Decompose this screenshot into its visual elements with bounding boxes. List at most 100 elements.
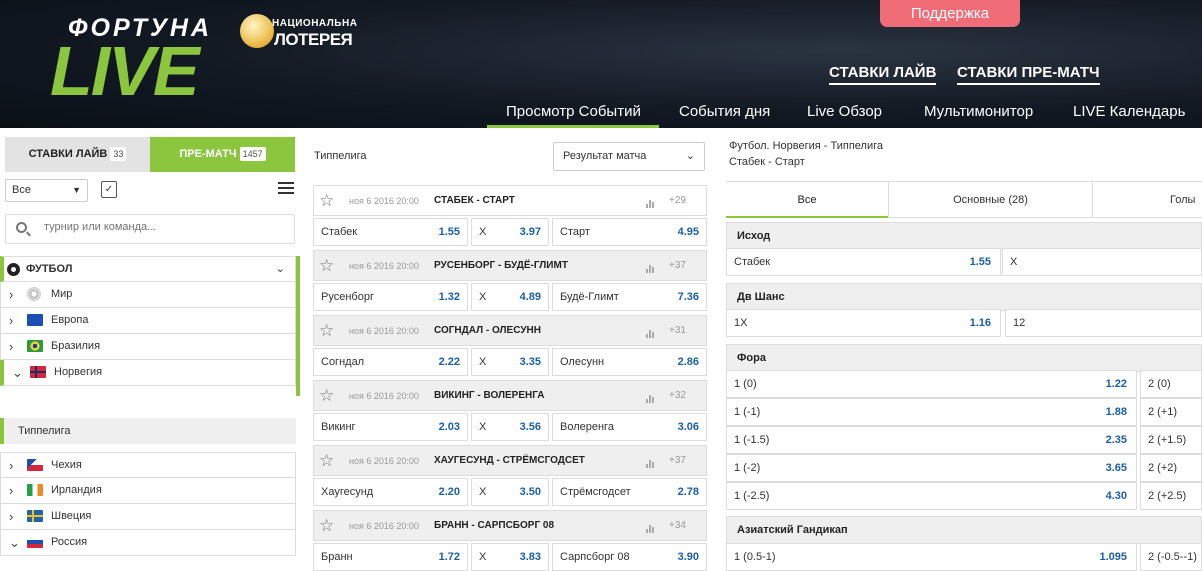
star-icon[interactable]: ☆ (319, 191, 334, 211)
prematch-bets-link[interactable]: СТАВКИ ПРЕ-МАТЧ (957, 64, 1100, 85)
tab-live-bets[interactable]: СТАВКИ ЛАЙВ 33 (5, 137, 150, 172)
country-item-world[interactable]: › Мир (0, 282, 296, 308)
nav-day-events[interactable]: События дня (679, 103, 770, 120)
sidebar-scrollbar[interactable] (296, 256, 300, 396)
nav-live-overview[interactable]: Live Обзор (807, 103, 882, 120)
market-header-asian-handicap[interactable]: Азиатский Гандикап (726, 516, 1202, 544)
odd-button[interactable]: 1 (-1.5) 2.35 (726, 426, 1137, 454)
match-teams[interactable]: БРАНН - САРПСБОРГ 08 (434, 511, 554, 541)
odd-button-home[interactable]: Хаугесунд 2.20 (313, 478, 468, 506)
nav-events[interactable]: Просмотр Событий (506, 103, 641, 120)
odd-button-draw[interactable]: X 3.50 (471, 478, 549, 506)
country-item-ireland[interactable]: › Ирландия (0, 478, 296, 504)
filter-select[interactable]: Все ▼ (5, 179, 88, 202)
more-markets-count[interactable]: +37 (669, 251, 686, 281)
odd-button[interactable]: 2 (+2.5) (1140, 482, 1202, 510)
odd-button-home[interactable]: Стабек 1.55 (313, 218, 468, 246)
stats-icon[interactable] (646, 327, 655, 341)
star-icon[interactable]: ☆ (319, 516, 334, 536)
match-header[interactable]: ☆ ноя 6 2016 20:00 ХАУГЕСУНД - СТРЁМСГОДСЕ… (313, 445, 707, 476)
match-teams[interactable]: СОГНДАЛ - ОЛЕСУНН (434, 316, 541, 346)
match-header[interactable]: ☆ ноя 6 2016 20:00 ВИКИНГ - ВОЛЕРЕНГА +32 (313, 380, 707, 411)
more-markets-count[interactable]: +34 (669, 511, 686, 541)
match-teams[interactable]: ВИКИНГ - ВОЛЕРЕНГА (434, 381, 545, 411)
odd-button-away[interactable]: Стрёмсгодсет 2.78 (552, 478, 707, 506)
odd-button[interactable]: 1 (0) 1.22 (726, 370, 1137, 398)
odd-button-home[interactable]: Бранн 1.72 (313, 543, 468, 571)
match-header[interactable]: ☆ ноя 6 2016 20:00 СОГНДАЛ - ОЛЕСУНН +31 (313, 315, 707, 346)
market-header-double-chance[interactable]: Дв Шанс (726, 283, 1202, 311)
market-select[interactable]: Результат матча ⌄ (553, 142, 705, 171)
odd-button[interactable]: 2 (-0.5--1) (1140, 543, 1202, 571)
menu-icon[interactable] (278, 182, 294, 196)
brand-logo-live[interactable]: LIVE (50, 36, 200, 106)
odd-button-away[interactable]: Сарпсборг 08 3.90 (552, 543, 707, 571)
star-icon[interactable]: ☆ (319, 386, 334, 406)
country-item-norway[interactable]: ⌄ Норвегия (0, 360, 296, 386)
more-markets-count[interactable]: +31 (669, 316, 686, 346)
outcome-odd: 2.20 (438, 486, 460, 498)
match-header[interactable]: ☆ ноя 6 2016 20:00 БРАНН - САРПСБОРГ 08 +34 (313, 510, 707, 541)
sport-football[interactable]: ФУТБОЛ ⌄ (0, 256, 296, 282)
odd-button-draw[interactable]: X 3.56 (471, 413, 549, 441)
tab-all-markets[interactable]: Все (726, 181, 888, 218)
market-header-handicap[interactable]: Фора (726, 344, 1202, 372)
odd-button-home[interactable]: Русенборг 1.32 (313, 283, 468, 311)
star-icon[interactable]: ☆ (319, 451, 334, 471)
odd-button[interactable]: 2 (0) (1140, 370, 1202, 398)
odd-button[interactable]: 2 (+1) (1140, 398, 1202, 426)
odd-button[interactable]: Стабек 1.55 (726, 248, 1001, 276)
match-header[interactable]: ☆ ноя 6 2016 20:00 РУСЕНБОРГ - БУДЁ-ГЛИМТ +… (313, 250, 707, 281)
star-icon[interactable]: ☆ (319, 256, 334, 276)
more-markets-count[interactable]: +37 (669, 446, 686, 476)
market-header-outcome[interactable]: Исход (726, 222, 1202, 250)
odd-button-away[interactable]: Старт 4.95 (552, 218, 707, 246)
match-teams[interactable]: РУСЕНБОРГ - БУДЁ-ГЛИМТ (434, 251, 568, 281)
odd-button[interactable]: 12 (1005, 309, 1202, 337)
stats-icon[interactable] (646, 522, 655, 536)
odd-button[interactable]: X (1002, 248, 1202, 276)
odd-button[interactable]: 2 (+2) (1140, 454, 1202, 482)
odd-button[interactable]: 1 (-1) 1.88 (726, 398, 1137, 426)
odd-button-draw[interactable]: X 3.35 (471, 348, 549, 376)
odd-button-away[interactable]: Волеренга 3.06 (552, 413, 707, 441)
stats-icon[interactable] (646, 197, 655, 211)
odd-button[interactable]: 1 (-2) 3.65 (726, 454, 1137, 482)
tab-main-markets[interactable]: Основные (28) (888, 181, 1092, 218)
odd-button-away[interactable]: Будё-Глимт 7.36 (552, 283, 707, 311)
league-item-tippeliga[interactable]: Типпелига (0, 418, 296, 444)
odd-button[interactable]: 2 (+1.5) (1140, 426, 1202, 454)
search-box[interactable] (5, 214, 295, 244)
odd-button-home[interactable]: Согндал 2.22 (313, 348, 468, 376)
stats-icon[interactable] (646, 262, 655, 276)
odd-button-draw[interactable]: X 4.89 (471, 283, 549, 311)
more-markets-count[interactable]: +32 (669, 381, 686, 411)
nav-multimonitor[interactable]: Мультимонитор (924, 103, 1033, 120)
odd-button-home[interactable]: Викинг 2.03 (313, 413, 468, 441)
search-input[interactable] (44, 221, 284, 233)
checklist-icon[interactable]: ✓ (101, 181, 117, 198)
match-teams[interactable]: СТАБЕК - СТАРТ (434, 186, 515, 216)
star-icon[interactable]: ☆ (319, 321, 334, 341)
odd-button-draw[interactable]: X 3.83 (471, 543, 549, 571)
country-item-russia[interactable]: ⌄ Россия (0, 530, 296, 556)
country-item-brazil[interactable]: › Бразилия (0, 334, 296, 360)
match-teams[interactable]: ХАУГЕСУНД - СТРЁМСГОДСЕТ (434, 446, 585, 476)
country-item-czech[interactable]: › Чехия (0, 452, 296, 478)
support-button[interactable]: Поддержка (880, 0, 1020, 27)
tab-goals-markets[interactable]: Голы (2 (1092, 181, 1202, 243)
nav-live-calendar[interactable]: LIVE Календарь (1073, 103, 1185, 120)
odd-button[interactable]: 1 (0.5-1) 1.095 (726, 543, 1137, 571)
odd-button-away[interactable]: Олесунн 2.86 (552, 348, 707, 376)
stats-icon[interactable] (646, 457, 655, 471)
more-markets-count[interactable]: +29 (669, 186, 686, 216)
tab-prematch[interactable]: ПРЕ-МАТЧ 1457 (150, 137, 295, 172)
live-bets-link[interactable]: СТАВКИ ЛАЙВ (829, 64, 937, 85)
country-item-sweden[interactable]: › Швеция (0, 504, 296, 530)
stats-icon[interactable] (646, 392, 655, 406)
odd-button[interactable]: 1X 1.16 (726, 309, 1001, 337)
country-item-europe[interactable]: › Европа (0, 308, 296, 334)
odd-button[interactable]: 1 (-2.5) 4.30 (726, 482, 1137, 510)
match-header[interactable]: ☆ ноя 6 2016 20:00 СТАБЕК - СТАРТ +29 (313, 185, 707, 216)
odd-button-draw[interactable]: X 3.97 (471, 218, 549, 246)
